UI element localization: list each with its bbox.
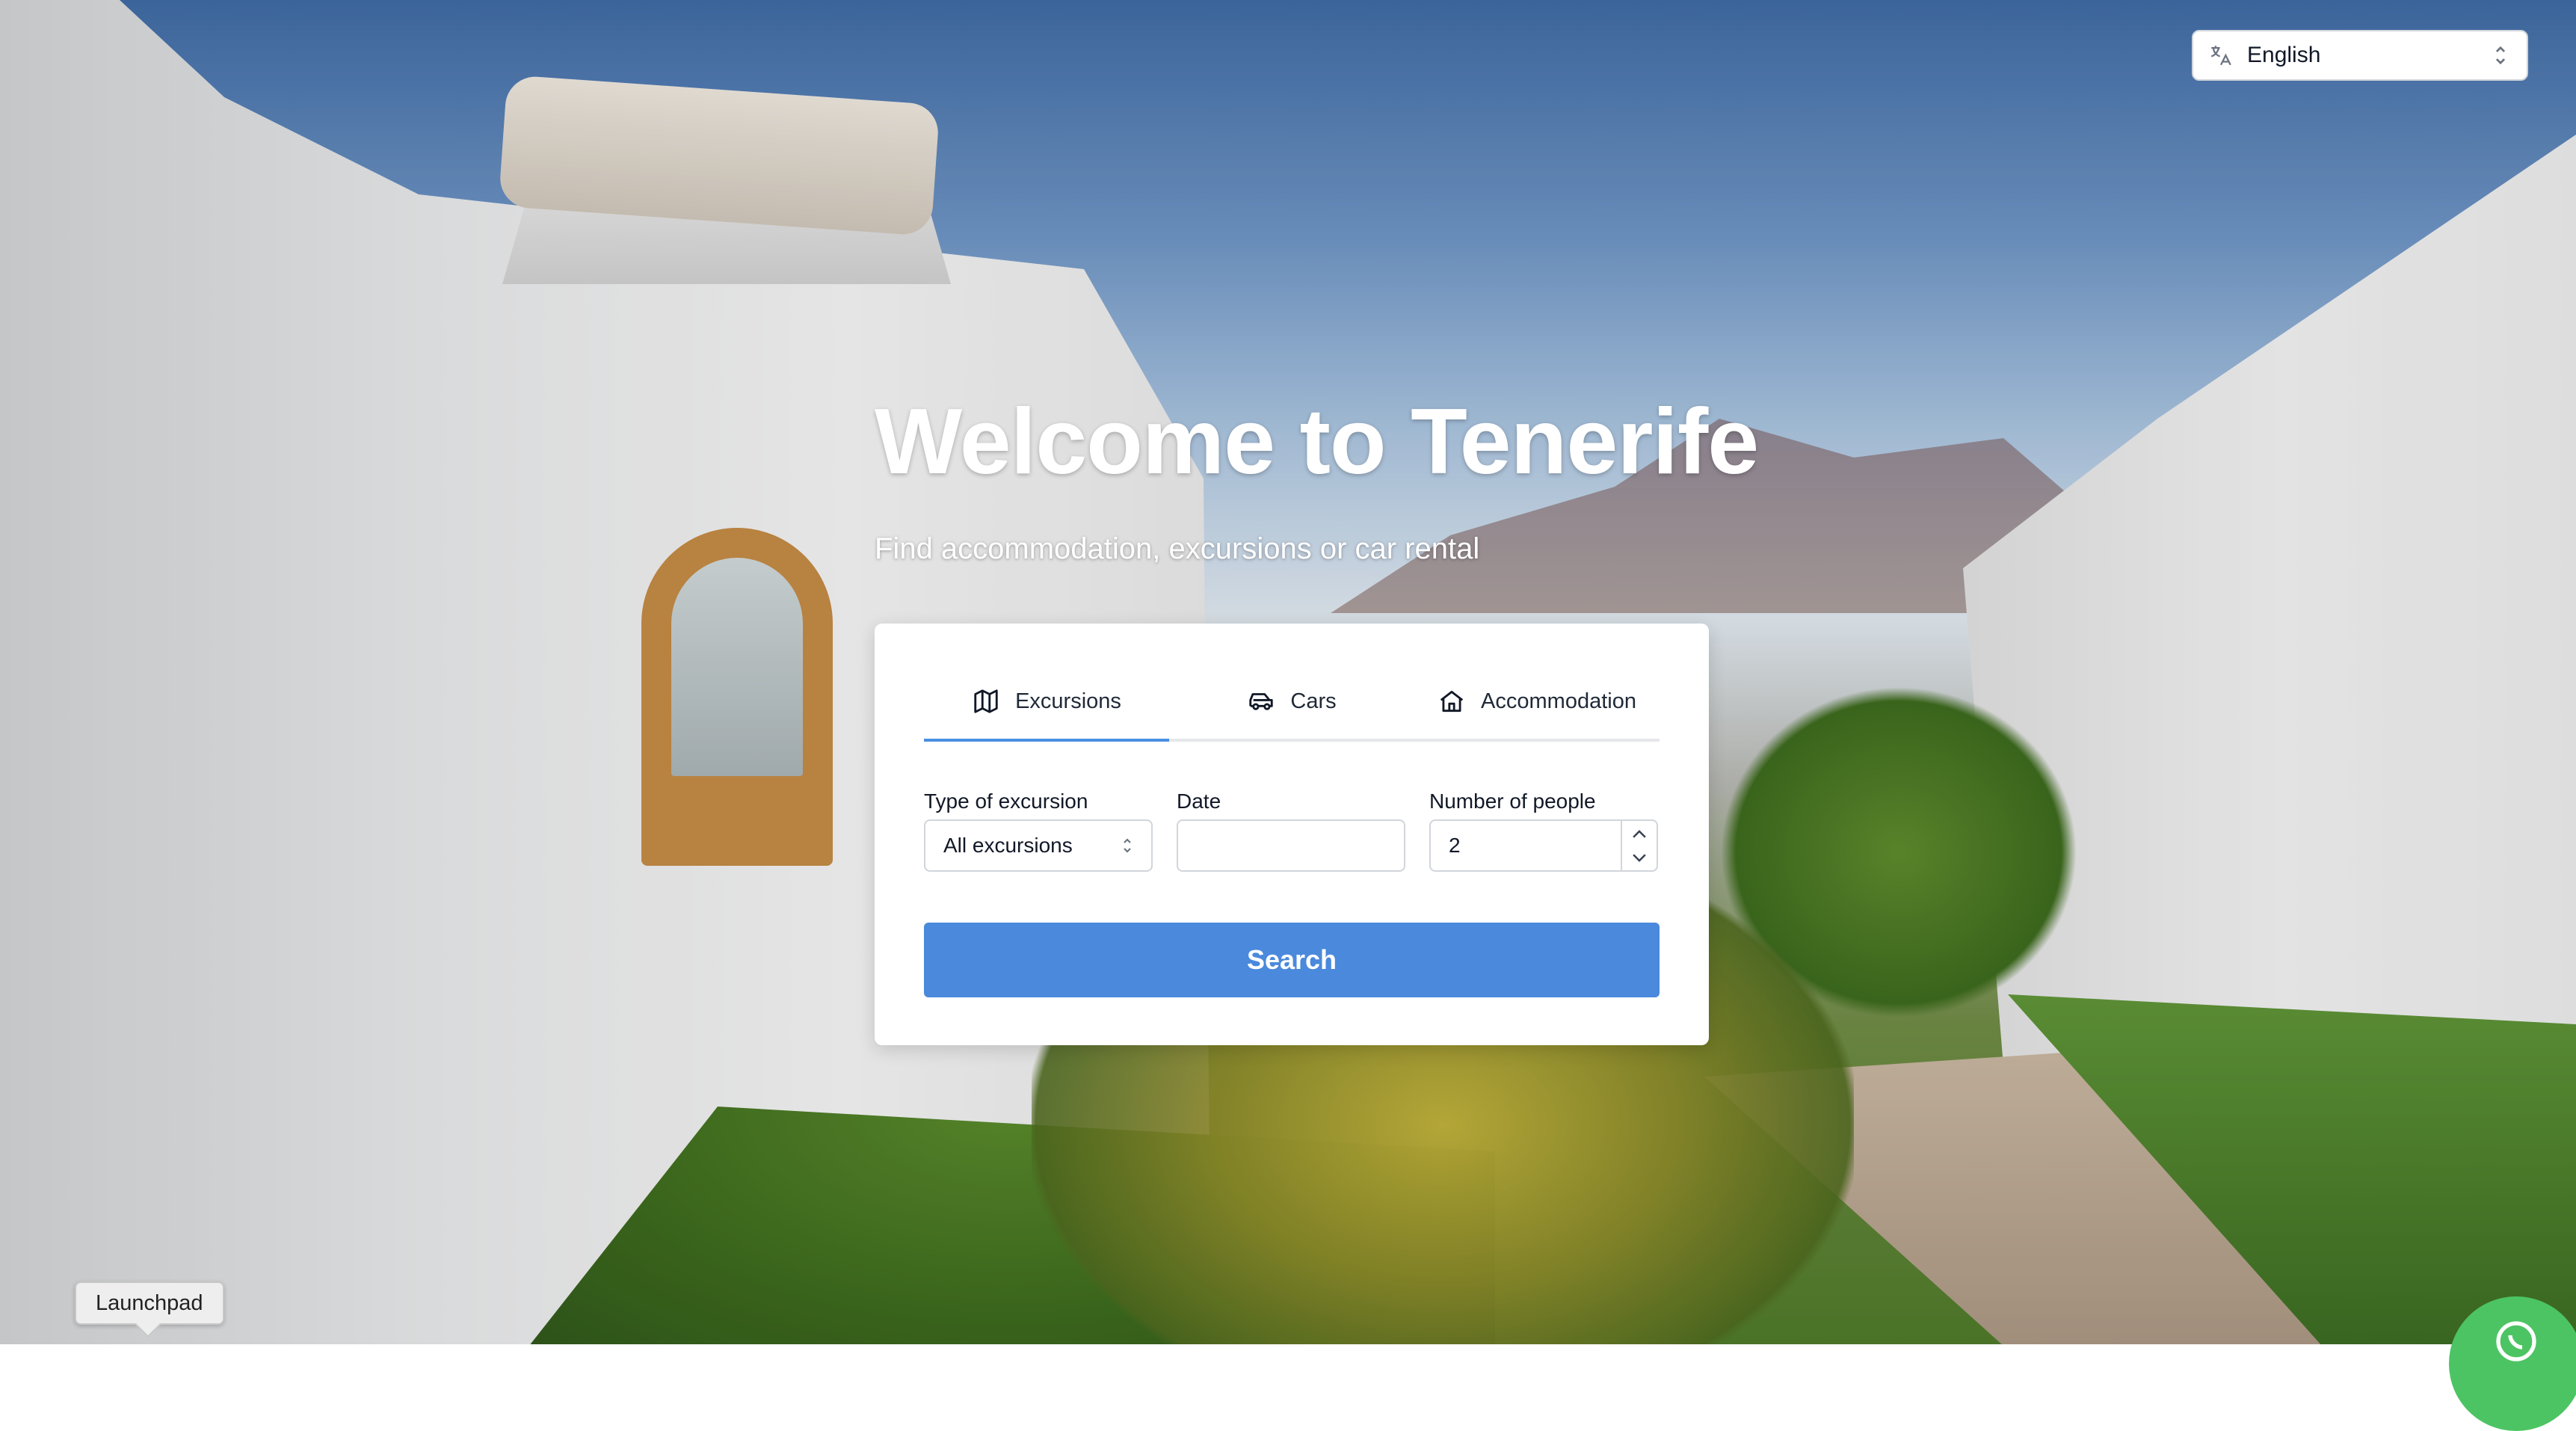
search-button[interactable]: Search: [924, 923, 1660, 997]
page-subtitle: Find accommodation, excursions or car re…: [875, 532, 1480, 565]
excursion-type-select[interactable]: All excursions: [924, 819, 1153, 872]
home-icon: [1440, 690, 1464, 713]
number-of-people-label: Number of people: [1429, 790, 1596, 813]
type-of-excursion-label: Type of excursion: [924, 790, 1088, 813]
chevron-up-icon: [1633, 829, 1646, 838]
translate-icon: [2210, 46, 2231, 66]
tab-cars[interactable]: Cars: [1169, 664, 1414, 739]
excursion-type-value: All excursions: [943, 834, 1073, 857]
people-number-input[interactable]: 2: [1429, 819, 1658, 872]
increment-button[interactable]: [1622, 821, 1657, 846]
page-title: Welcome to Tenerife: [875, 390, 1759, 493]
whatsapp-chat-button[interactable]: [2449, 1296, 2576, 1431]
chevron-up-down-icon: [1124, 838, 1131, 853]
people-value: 2: [1449, 834, 1461, 857]
language-label: English: [2247, 43, 2321, 67]
decrement-button[interactable]: [1622, 846, 1657, 870]
chevron-up-down-icon: [2495, 46, 2506, 65]
tab-excursions[interactable]: Excursions: [924, 664, 1169, 742]
people-stepper: [1621, 821, 1657, 870]
tab-label: Excursions: [1015, 689, 1121, 713]
language-select[interactable]: English: [2192, 30, 2528, 81]
search-tabs: Excursions Cars Accommodation: [924, 664, 1660, 742]
car-icon: [1249, 693, 1274, 710]
date-input[interactable]: [1177, 819, 1405, 872]
launchpad-tooltip[interactable]: Launchpad: [75, 1281, 224, 1325]
tab-label: Cars: [1290, 689, 1337, 713]
date-label: Date: [1177, 790, 1221, 813]
tab-label: Accommodation: [1481, 689, 1636, 713]
map-icon: [974, 689, 998, 713]
tab-accommodation[interactable]: Accommodation: [1414, 664, 1660, 739]
whatsapp-icon: [2496, 1321, 2536, 1361]
search-card: Excursions Cars Accommodation Type of ex…: [875, 624, 1709, 1045]
chevron-down-icon: [1633, 853, 1646, 862]
